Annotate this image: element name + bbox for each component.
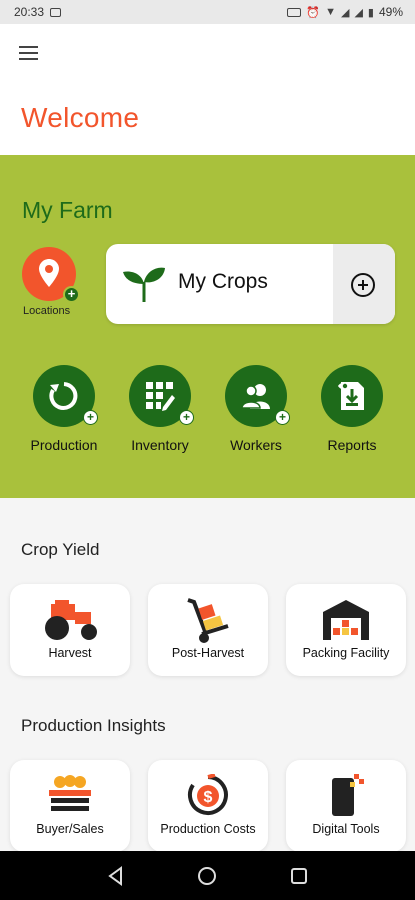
sprout-icon: [123, 267, 165, 302]
phone-app-icon: [332, 774, 364, 816]
inventory-label: Inventory: [131, 437, 189, 453]
back-icon[interactable]: [104, 864, 128, 888]
digital-tools-label: Digital Tools: [312, 822, 380, 836]
add-circle-icon: [351, 273, 375, 297]
production-costs-label: Production Costs: [160, 822, 256, 836]
app-header: Welcome: [0, 24, 415, 155]
add-worker-icon: +: [275, 410, 290, 425]
signal-icon: ◢: [340, 6, 350, 19]
wifi-icon: ▼: [325, 6, 336, 18]
system-nav-bar: [0, 851, 415, 900]
post-harvest-tile[interactable]: Post-Harvest: [148, 584, 268, 676]
production-costs-tile[interactable]: $ Production Costs: [148, 760, 268, 852]
add-crop-button[interactable]: [333, 244, 395, 324]
crop-yield-title: Crop Yield: [21, 540, 100, 559]
warehouse-icon: [323, 600, 369, 640]
add-inventory-icon: +: [179, 410, 194, 425]
packing-facility-label: Packing Facility: [302, 646, 390, 660]
workers-label: Workers: [230, 437, 282, 453]
production-insights-title: Production Insights: [21, 716, 166, 735]
workers-icon: +: [225, 365, 290, 427]
status-time: 20:33: [14, 5, 45, 19]
welcome-title: Welcome: [21, 102, 140, 133]
production-icon: +: [33, 365, 98, 427]
harvest-label: Harvest: [48, 646, 92, 660]
dollar-cycle-icon: $: [187, 774, 228, 815]
post-harvest-label: Post-Harvest: [171, 646, 245, 660]
status-bar: 20:33 ⏰ ▼ ◢ ◢ ▮ 49%: [0, 0, 415, 24]
hamburger-menu-icon[interactable]: [19, 46, 38, 60]
reports-label: Reports: [327, 437, 377, 453]
view-eye-icon: [338, 382, 352, 390]
locations-button[interactable]: + Locations: [22, 247, 82, 317]
inventory-icon: +: [129, 365, 194, 427]
location-pin-icon: +: [22, 247, 80, 303]
locations-label: Locations: [23, 305, 71, 317]
add-location-icon: +: [63, 286, 80, 303]
recents-icon[interactable]: [287, 864, 311, 888]
buyer-sales-label: Buyer/Sales: [36, 822, 104, 836]
buyer-sales-tile[interactable]: Buyer/Sales: [10, 760, 130, 852]
hand-truck-icon: [187, 598, 229, 643]
production-button[interactable]: + Production: [24, 365, 104, 453]
production-label: Production: [30, 437, 98, 453]
inventory-button[interactable]: + Inventory: [120, 365, 200, 453]
reports-icon: [321, 365, 383, 427]
my-farm-section: My Farm + Locations My Crops + Productio…: [0, 155, 415, 498]
packing-facility-tile[interactable]: Packing Facility: [286, 584, 406, 676]
harvest-tile[interactable]: Harvest: [10, 584, 130, 676]
alarm-icon: ⏰: [306, 6, 321, 19]
notification-icon: [50, 7, 62, 17]
workers-button[interactable]: + Workers: [216, 365, 296, 453]
tractor-icon: [45, 600, 97, 640]
battery-level: 49%: [378, 5, 403, 19]
battery-icon: ▮: [367, 6, 374, 19]
cast-icon: [287, 7, 302, 17]
digital-tools-tile[interactable]: Digital Tools: [286, 760, 406, 852]
home-icon[interactable]: [195, 864, 219, 888]
my-crops-card[interactable]: My Crops: [106, 244, 395, 324]
my-farm-title: My Farm: [22, 197, 113, 223]
add-production-icon: +: [83, 410, 98, 425]
produce-crate-icon: [49, 775, 91, 811]
reports-button[interactable]: Reports: [312, 365, 392, 453]
signal-icon-2: ◢: [354, 6, 363, 19]
svg-text:$: $: [204, 789, 213, 806]
my-crops-label: My Crops: [178, 270, 268, 293]
